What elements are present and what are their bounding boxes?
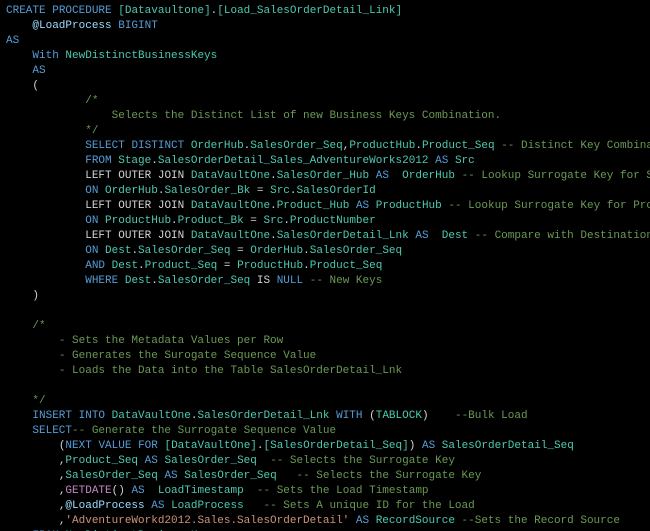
kw-as: AS: [164, 470, 177, 482]
alias-recordsource: RecordSource: [376, 515, 455, 527]
kw-as: AS: [422, 440, 435, 452]
kw-for: FOR: [138, 440, 158, 452]
kw-as: AS: [356, 200, 369, 212]
func-getdate: GETDATE: [65, 485, 111, 497]
kw-as: AS: [151, 500, 164, 512]
schema-name: [Datavaultone]: [118, 5, 210, 17]
punct-paren: (: [32, 80, 39, 92]
punct-paren-close: ): [32, 290, 39, 302]
comment-line: - Generates the Surogate Sequence Value: [59, 350, 316, 362]
kw-select: SELECT: [85, 140, 125, 152]
kw-where: WHERE: [85, 275, 118, 287]
tbl-salesorderdetail: SalesOrderDetail_Sales_AdventureWorks201…: [158, 155, 429, 167]
kw-join: JOIN: [158, 230, 184, 242]
col-salesorderseq: SalesOrder_Seq: [250, 140, 342, 152]
alias-src: Src: [455, 155, 475, 167]
kw-outer: OUTER: [118, 170, 151, 182]
kw-on: ON: [85, 185, 98, 197]
kw-outer: OUTER: [118, 200, 151, 212]
kw-procedure: PROCEDURE: [52, 5, 111, 17]
seq-name: [SalesOrderDetail_Seq]: [264, 440, 409, 452]
kw-as: AS: [376, 170, 389, 182]
alias-loadtimestamp: LoadTimestamp: [158, 485, 244, 497]
kw-create: CREATE: [6, 5, 46, 17]
tbl-orderhub: OrderHub: [191, 140, 244, 152]
alias-producthub: ProductHub: [376, 200, 442, 212]
kw-outer: OUTER: [118, 230, 151, 242]
kw-as: AS: [6, 35, 19, 47]
schema-stage: Stage: [118, 155, 151, 167]
kw-with: WITH: [336, 410, 362, 422]
kw-on: ON: [85, 245, 98, 257]
kw-on: ON: [85, 215, 98, 227]
tbl-producthub: Product_Hub: [277, 200, 350, 212]
col-productnumber: ProductNumber: [290, 215, 376, 227]
col-productseq: Product_Seq: [422, 140, 495, 152]
comment-line: --Sets the Record Source: [462, 515, 620, 527]
kw-join: JOIN: [158, 170, 184, 182]
alias-salesorderdetailseq: SalesOrderDetail_Seq: [442, 440, 574, 452]
kw-with: With: [32, 50, 58, 62]
comment-open: /*: [85, 95, 98, 107]
string-recordsource: 'AdventureWorkd2012.Sales.SalesOrderDeta…: [65, 515, 349, 527]
comment-line: -- Distinct Key Combinations: [501, 140, 650, 152]
kw-as: AS: [435, 155, 448, 167]
sql-code-block: CREATE PROCEDURE [Datavaultone].[Load_Sa…: [0, 0, 650, 531]
col-productbk: Product_Bk: [178, 215, 244, 227]
kw-next: NEXT: [65, 440, 91, 452]
schema-datavaultone: DataVaultOne: [191, 170, 270, 182]
alias-orderhub: OrderHub: [402, 170, 455, 182]
comment-line: -- Sets the Load Timestamp: [257, 485, 429, 497]
proc-name: [Load_SalesOrderDetail_Link]: [217, 5, 402, 17]
kw-value: VALUE: [98, 440, 131, 452]
tbl-producthub: ProductHub: [349, 140, 415, 152]
kw-as: AS: [32, 65, 45, 77]
comment-line: -- Selects the Surrogate Key: [297, 470, 482, 482]
kw-join: JOIN: [158, 200, 184, 212]
kw-as: AS: [145, 455, 158, 467]
kw-as: AS: [131, 485, 144, 497]
comment-line: -- Lookup Surrogate Key for SalesOrder: [462, 170, 650, 182]
kw-is: IS: [257, 275, 270, 287]
kw-distinct: DISTINCT: [131, 140, 184, 152]
comment-line: -- Sets A unique ID for the Load: [264, 500, 475, 512]
comment-line: -- Selects the Surrogate Key: [270, 455, 455, 467]
hint-tablock: TABLOCK: [376, 410, 422, 422]
kw-null: NULL: [277, 275, 303, 287]
kw-left: LEFT: [85, 200, 111, 212]
col-salesorderbk: SalesOrder_Bk: [164, 185, 250, 197]
alias-loadprocess: LoadProcess: [171, 500, 244, 512]
kw-select: SELECT: [32, 425, 72, 437]
tbl-salesorderhub: SalesOrder_Hub: [277, 170, 369, 182]
comment-line: -- Lookup Surrogate Key for Product: [448, 200, 650, 212]
comment-line: Selects the Distinct List of new Busines…: [112, 110, 501, 122]
comment-close: */: [85, 125, 98, 137]
comment-line: - Sets the Metadata Values per Row: [59, 335, 283, 347]
kw-insert: INSERT: [32, 410, 72, 422]
param-loadprocess: @LoadProcess: [65, 500, 144, 512]
comment-line: -- Compare with Destination: [475, 230, 650, 242]
cte-name: NewDistinctBusinessKeys: [65, 50, 217, 62]
type-bigint: BIGINT: [118, 20, 158, 32]
tbl-salesorderdetail-lnk: SalesOrderDetail_Lnk: [277, 230, 409, 242]
comment-close: */: [32, 395, 45, 407]
comment-line: --Bulk Load: [455, 410, 528, 422]
kw-as: AS: [415, 230, 428, 242]
param-loadprocess: @LoadProcess: [32, 20, 111, 32]
comment-line: -- New Keys: [310, 275, 383, 287]
kw-left: LEFT: [85, 170, 111, 182]
kw-from: FROM: [85, 155, 111, 167]
kw-into: INTO: [79, 410, 105, 422]
comment-line: - Loads the Data into the Table SalesOrd…: [59, 365, 402, 377]
comment-open: /*: [32, 320, 45, 332]
kw-and: AND: [85, 260, 105, 272]
alias-dest: Dest: [442, 230, 468, 242]
col-salesorderid: SalesOrderId: [297, 185, 376, 197]
comment-line: -- Generate the Surrogate Sequence Value: [72, 425, 336, 437]
kw-as: AS: [356, 515, 369, 527]
kw-left: LEFT: [85, 230, 111, 242]
